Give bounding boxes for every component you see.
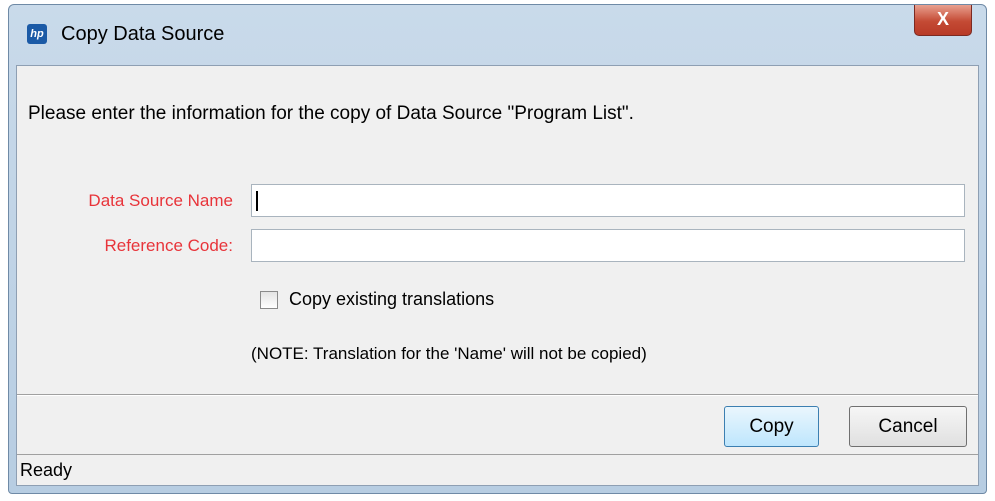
separator-highlight xyxy=(17,395,978,396)
copy-translations-checkbox[interactable] xyxy=(260,291,278,309)
copy-translations-label[interactable]: Copy existing translations xyxy=(289,289,494,310)
data-source-name-label: Data Source Name xyxy=(88,191,233,210)
copy-data-source-dialog: hp Copy Data Source X Please enter the i… xyxy=(8,4,987,494)
hp-logo-icon: hp xyxy=(27,24,47,44)
text-caret xyxy=(256,191,258,211)
cancel-button[interactable]: Cancel xyxy=(849,406,967,447)
close-button[interactable]: X xyxy=(914,5,972,36)
instruction-text: Please enter the information for the cop… xyxy=(28,103,634,124)
dialog-body: Please enter the information for the cop… xyxy=(16,65,979,486)
translation-note: (NOTE: Translation for the 'Name' will n… xyxy=(251,344,647,363)
dialog-title: Copy Data Source xyxy=(61,23,225,45)
data-source-name-input[interactable] xyxy=(251,184,965,217)
reference-code-label: Reference Code: xyxy=(104,236,233,255)
title-bar[interactable]: hp Copy Data Source X xyxy=(9,5,986,63)
copy-button[interactable]: Copy xyxy=(724,406,819,447)
status-text: Ready xyxy=(20,460,73,480)
status-bar: Ready xyxy=(17,454,978,485)
reference-code-input[interactable] xyxy=(251,229,965,262)
